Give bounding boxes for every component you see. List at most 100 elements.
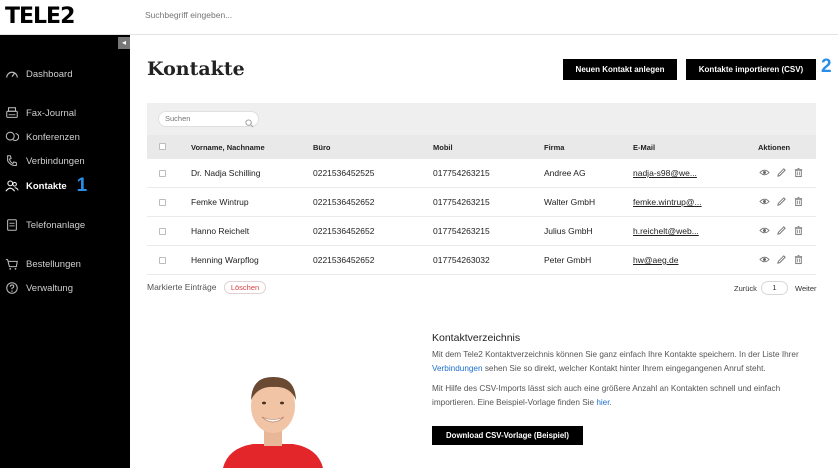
sidebar-item-label: Verwaltung: [26, 282, 74, 294]
row-checkbox[interactable]: [159, 199, 166, 206]
pager-next-link[interactable]: Weiter: [795, 284, 817, 293]
table-search-row: [147, 103, 816, 135]
gauge-icon: [0, 67, 26, 81]
sidebar-item-label: Dashboard: [26, 68, 73, 80]
contact-email-link[interactable]: nadja-s98@we...: [633, 168, 697, 178]
edit-icon[interactable]: [776, 225, 787, 236]
table-row[interactable]: Dr. Nadja Schilling 0221536452525 017754…: [147, 159, 816, 188]
sidebar-item-telefonanlage[interactable]: Telefonanlage: [0, 215, 130, 235]
view-icon[interactable]: [759, 167, 770, 178]
col-header-actions: Aktionen: [758, 143, 791, 152]
contact-office: 0221536452652: [313, 255, 375, 265]
contact-email-link[interactable]: hw@aeg.de: [633, 255, 679, 265]
trash-icon[interactable]: [793, 254, 804, 265]
sidebar-item-label: Bestellungen: [26, 258, 81, 270]
phone-icon: [0, 154, 26, 168]
edit-icon[interactable]: [776, 167, 787, 178]
info-text: .: [609, 398, 612, 407]
contacts-table: Vorname, Nachname Büro Mobil Firma E-Mai…: [147, 103, 816, 275]
sidebar-item-verwaltung[interactable]: Verwaltung: [0, 278, 130, 298]
contact-name: Henning Warpflog: [191, 255, 259, 265]
info-text: sehen Sie so direkt, welcher Kontakt hin…: [482, 364, 766, 373]
contact-mobile: 017754263215: [433, 168, 490, 178]
view-icon[interactable]: [759, 196, 770, 207]
row-actions: [759, 225, 804, 236]
edit-icon[interactable]: [776, 196, 787, 207]
trash-icon[interactable]: [793, 225, 804, 236]
download-csv-template-button[interactable]: Download CSV-Vorlage (Beispiel): [432, 426, 583, 445]
col-header-office[interactable]: Büro: [313, 143, 331, 152]
view-icon[interactable]: [759, 254, 770, 265]
marked-entries-label: Markierte Einträge: [147, 282, 217, 292]
trash-icon[interactable]: [793, 196, 804, 207]
contact-name: Femke Wintrup: [191, 197, 249, 207]
contact-name: Dr. Nadja Schilling: [191, 168, 261, 178]
sidebar-collapse-button[interactable]: ◂: [118, 37, 130, 49]
pbx-icon: [0, 218, 26, 232]
info-paragraph-2: Mit Hilfe des CSV-Imports lässt sich auc…: [432, 382, 817, 410]
contact-company: Peter GmbH: [544, 255, 592, 265]
users-icon: [0, 179, 26, 193]
contact-office: 0221536452652: [313, 197, 375, 207]
fax-icon: [0, 106, 26, 120]
pager-page-input[interactable]: 1: [761, 281, 788, 295]
contact-name: Hanno Reichelt: [191, 226, 250, 236]
smiling-man-illustration: [223, 376, 323, 468]
tele2-logo[interactable]: TELE2: [5, 4, 75, 29]
table-search-box: [158, 111, 259, 128]
select-all-checkbox[interactable]: [159, 143, 166, 150]
import-csv-button[interactable]: Kontakte importieren (CSV): [686, 59, 816, 80]
contact-office: 0221536452652: [313, 226, 375, 236]
contact-company: Andree AG: [544, 168, 586, 178]
template-link[interactable]: hier: [596, 398, 609, 407]
table-row[interactable]: Femke Wintrup 0221536452652 017754263215…: [147, 188, 816, 217]
step-marker-2: 2: [821, 56, 832, 77]
trash-icon[interactable]: [793, 167, 804, 178]
sidebar-item-kontakte[interactable]: Kontakte 1: [0, 175, 130, 196]
pager-back-link[interactable]: Zurück: [734, 284, 757, 293]
table-header: Vorname, Nachname Büro Mobil Firma E-Mai…: [147, 135, 816, 159]
search-icon[interactable]: [245, 115, 254, 128]
contact-email-link[interactable]: h.reichelt@web...: [633, 226, 699, 236]
delete-selected-button[interactable]: Löschen: [224, 281, 266, 294]
sidebar-item-dashboard[interactable]: Dashboard: [0, 64, 130, 84]
help-icon: [0, 281, 26, 295]
sidebar-item-konferenzen[interactable]: Konferenzen: [0, 127, 130, 147]
step-marker-1: 1: [76, 175, 88, 196]
col-header-company[interactable]: Firma: [544, 143, 564, 152]
contact-email-link[interactable]: femke.wintrup@...: [633, 197, 702, 207]
sidebar-item-label: Fax-Journal: [26, 107, 77, 119]
table-search-input[interactable]: [165, 114, 243, 123]
contact-company: Walter GmbH: [544, 197, 596, 207]
info-text: Mit dem Tele2 Kontaktverzeichnis können …: [432, 350, 799, 359]
chat-icon: [0, 130, 26, 144]
info-paragraph-1: Mit dem Tele2 Kontaktverzeichnis können …: [432, 348, 817, 376]
sidebar-item-label: Telefonanlage: [26, 219, 86, 231]
new-contact-button[interactable]: Neuen Kontakt anlegen: [563, 59, 677, 80]
sidebar-item-bestellungen[interactable]: Bestellungen: [0, 254, 130, 274]
col-header-name[interactable]: Vorname, Nachname: [191, 143, 265, 152]
col-header-mobile[interactable]: Mobil: [433, 143, 453, 152]
table-row[interactable]: Henning Warpflog 0221536452652 017754263…: [147, 246, 816, 275]
contact-mobile: 017754263215: [433, 226, 490, 236]
page-title: Kontakte: [147, 58, 245, 80]
row-actions: [759, 167, 804, 178]
top-bar: [130, 0, 838, 35]
sidebar-item-label: Verbindungen: [26, 155, 85, 167]
contact-mobile: 017754263032: [433, 255, 490, 265]
col-header-email[interactable]: E-Mail: [633, 143, 655, 152]
row-actions: [759, 196, 804, 207]
row-checkbox[interactable]: [159, 257, 166, 264]
table-row[interactable]: Hanno Reichelt 0221536452652 01775426321…: [147, 217, 816, 246]
cart-icon: [0, 257, 26, 271]
row-checkbox[interactable]: [159, 228, 166, 235]
verbindungen-link[interactable]: Verbindungen: [432, 364, 483, 373]
view-icon[interactable]: [759, 225, 770, 236]
edit-icon[interactable]: [776, 254, 787, 265]
row-checkbox[interactable]: [159, 170, 166, 177]
sidebar-item-verbindungen[interactable]: Verbindungen: [0, 151, 130, 171]
row-actions: [759, 254, 804, 265]
global-search-input[interactable]: [145, 10, 445, 20]
sidebar-item-fax-journal[interactable]: Fax-Journal: [0, 103, 130, 123]
contact-company: Julius GmbH: [544, 226, 593, 236]
